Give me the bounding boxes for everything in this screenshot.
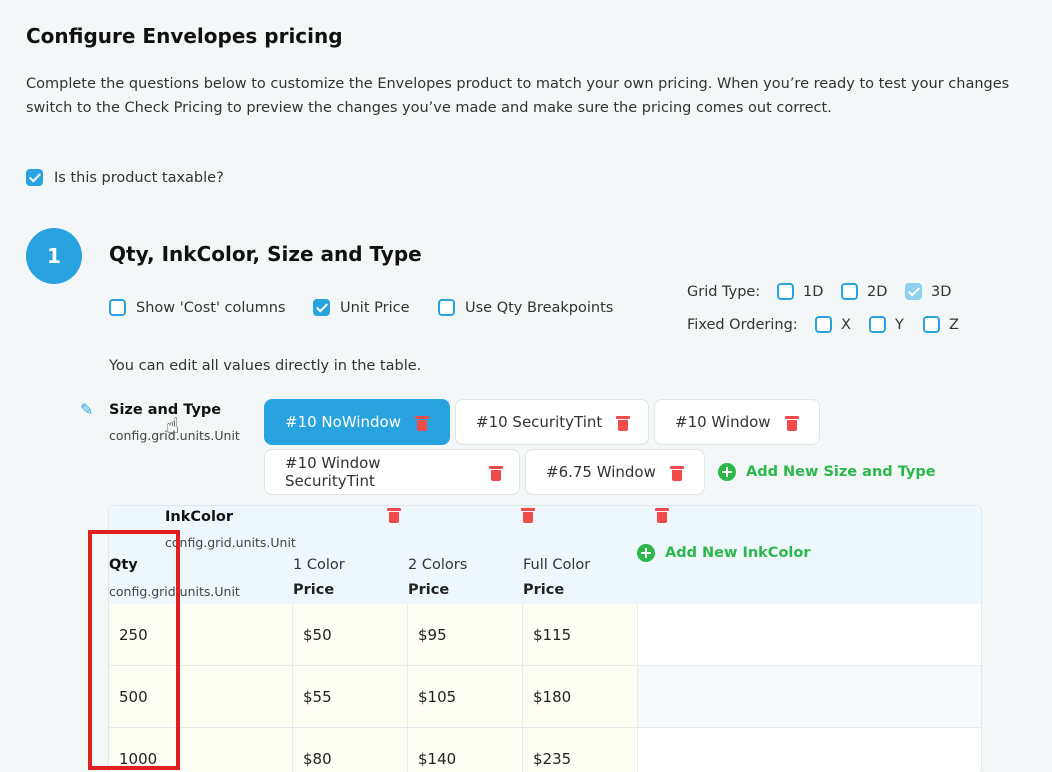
fixed-ordering-x-checkbox[interactable] <box>815 316 832 333</box>
price-cell[interactable]: $115 <box>523 604 638 666</box>
show-cost-label: Show 'Cost' columns <box>136 299 286 316</box>
fixed-ordering-y[interactable]: Y <box>869 316 913 333</box>
grid-type-3d-label: 3D <box>931 283 952 300</box>
inkcolor-axis-label: InkColor <box>165 509 234 525</box>
chip-10-window[interactable]: #10 Window <box>654 399 820 445</box>
taxable-label: Is this product taxable? <box>54 169 224 186</box>
price-cell[interactable]: $235 <box>523 728 638 772</box>
column-header-1[interactable]: 1 Color <box>293 557 345 573</box>
trash-icon[interactable] <box>784 414 799 431</box>
unit-price-label: Unit Price <box>340 299 410 316</box>
grid-type-2d[interactable]: 2D <box>841 283 895 300</box>
taxable-option[interactable]: Is this product taxable? <box>26 169 224 186</box>
fixed-ordering-y-label: Y <box>895 316 904 333</box>
grid-type-group: Grid Type: 1D 2D 3D <box>687 283 951 300</box>
plus-circle-icon <box>637 544 655 562</box>
add-inkcolor-label: Add New InkColor <box>665 545 811 561</box>
hand-cursor-icon: ☝ <box>166 414 180 439</box>
price-cell[interactable]: $180 <box>523 666 638 728</box>
fixed-ordering-label: Fixed Ordering: <box>687 316 798 333</box>
taxable-checkbox[interactable] <box>26 169 43 186</box>
price-cell[interactable]: $140 <box>408 728 523 772</box>
price-cell[interactable]: $50 <box>293 604 408 666</box>
chip-10-nowindow[interactable]: #10 NoWindow <box>264 399 450 445</box>
price-label-2: Price <box>408 582 450 598</box>
column-header-3[interactable]: Full Color <box>523 557 590 573</box>
chip-6-75-window[interactable]: #6.75 Window <box>525 449 705 495</box>
fixed-ordering-x-label: X <box>841 316 851 333</box>
grid-type-3d-checkbox[interactable] <box>905 283 922 300</box>
chip-10-window-securitytint[interactable]: #10 Window SecurityTint <box>264 449 520 495</box>
highlight-box <box>88 530 180 770</box>
show-cost-checkbox[interactable] <box>109 299 126 316</box>
page-description: Complete the questions below to customiz… <box>26 76 1010 116</box>
fixed-ordering-group: Fixed Ordering: X Y Z <box>687 316 959 333</box>
option-unit-price[interactable]: Unit Price <box>313 299 410 316</box>
chip-10-securitytint[interactable]: #10 SecurityTint <box>455 399 649 445</box>
chip-label: #10 Window <box>675 413 771 431</box>
price-cell[interactable]: $80 <box>293 728 408 772</box>
inkcolor-axis-unit: config.grid.units.Unit <box>165 535 296 550</box>
grid-type-2d-checkbox[interactable] <box>841 283 858 300</box>
trash-icon[interactable] <box>414 414 429 431</box>
chip-label: #10 Window SecurityTint <box>285 454 381 490</box>
grid-type-1d[interactable]: 1D <box>777 283 831 300</box>
price-label-1: Price <box>293 582 335 598</box>
qty-breakpoints-label: Use Qty Breakpoints <box>465 299 614 316</box>
option-qty-breakpoints[interactable]: Use Qty Breakpoints <box>438 299 613 316</box>
unit-price-checkbox[interactable] <box>313 299 330 316</box>
grid-type-label: Grid Type: <box>687 283 761 300</box>
delete-column-2-icon[interactable] <box>521 506 536 523</box>
fixed-ordering-x[interactable]: X <box>815 316 859 333</box>
edit-hint: You can edit all values directly in the … <box>109 358 422 374</box>
fixed-ordering-y-checkbox[interactable] <box>869 316 886 333</box>
add-inkcolor-button[interactable]: Add New InkColor <box>637 544 811 562</box>
add-size-type-label: Add New Size and Type <box>746 464 936 480</box>
price-label-3: Price <box>523 582 565 598</box>
grid-type-1d-checkbox[interactable] <box>777 283 794 300</box>
chip-label: #10 NoWindow <box>285 413 401 431</box>
price-cell[interactable]: $105 <box>408 666 523 728</box>
edit-pencil-icon[interactable]: ✎ <box>80 400 93 419</box>
trash-icon[interactable] <box>489 464 503 481</box>
column-header-2[interactable]: 2 Colors <box>408 557 467 573</box>
row-actions <box>638 666 981 728</box>
add-size-type-button[interactable]: Add New Size and Type <box>718 463 936 481</box>
pricing-grid: InkColor config.grid.units.Unit Qty conf… <box>108 505 982 772</box>
fixed-ordering-z[interactable]: Z <box>923 316 959 333</box>
step-number-badge: 1 <box>26 228 82 284</box>
grid-type-1d-label: 1D <box>803 283 824 300</box>
fixed-ordering-z-checkbox[interactable] <box>923 316 940 333</box>
delete-column-3-icon[interactable] <box>655 506 670 523</box>
chip-label: #10 SecurityTint <box>476 413 603 431</box>
delete-column-1-icon[interactable] <box>387 506 401 523</box>
price-cell[interactable]: $55 <box>293 666 408 728</box>
qty-breakpoints-checkbox[interactable] <box>438 299 455 316</box>
row-actions <box>638 604 981 666</box>
page-title: Configure Envelopes pricing <box>26 24 343 48</box>
price-cell[interactable]: $95 <box>408 604 523 666</box>
trash-icon[interactable] <box>616 414 631 431</box>
chip-label: #6.75 Window <box>546 463 656 481</box>
row-actions <box>638 728 981 772</box>
grid-type-3d[interactable]: 3D <box>905 283 951 300</box>
fixed-ordering-z-label: Z <box>949 316 959 333</box>
plus-circle-icon <box>718 463 736 481</box>
step-title: Qty, InkColor, Size and Type <box>109 242 422 266</box>
option-show-cost[interactable]: Show 'Cost' columns <box>109 299 285 316</box>
trash-icon[interactable] <box>669 464 684 481</box>
grid-type-2d-label: 2D <box>867 283 888 300</box>
